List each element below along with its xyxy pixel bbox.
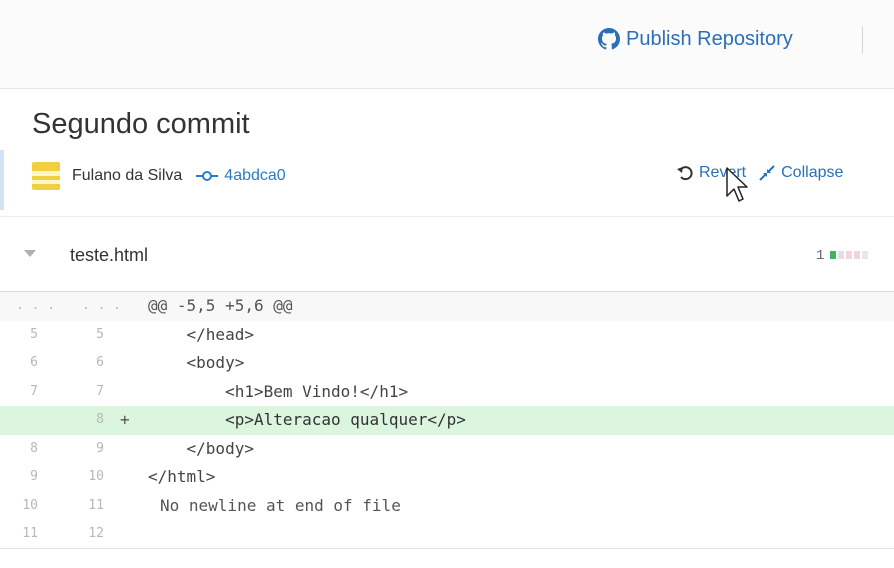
diffstat-square	[830, 251, 836, 259]
toolbar-divider	[862, 26, 863, 54]
new-line-number: 6	[96, 355, 104, 370]
old-line-number: 10	[22, 497, 38, 513]
diff-line: 5 5 </head>	[0, 321, 894, 350]
diff-code: <p>Alteracao qualquer</p>	[148, 410, 466, 429]
commit-icon	[196, 171, 219, 181]
file-header[interactable]: teste.html 1	[0, 217, 894, 292]
publish-repository-button[interactable]: Publish Repository	[598, 24, 793, 54]
revert-icon	[677, 166, 693, 181]
commit-author: Fulano da Silva	[72, 167, 183, 184]
diffstat-square	[862, 251, 868, 259]
caret-down-icon[interactable]	[24, 250, 36, 257]
old-line-number: 8	[30, 440, 38, 456]
diff-sign: +	[120, 410, 130, 429]
divider	[0, 548, 894, 549]
file-name: teste.html	[70, 245, 149, 265]
collapse-icon	[759, 165, 775, 181]
top-toolbar: Publish Repository	[0, 0, 894, 89]
old-line-number: 5	[30, 326, 38, 342]
file-change-count: 1	[816, 248, 825, 264]
new-line-number: 9	[96, 440, 104, 456]
diff-line-added: 8 + <p>Alteracao qualquer</p>	[0, 406, 894, 435]
diffstat-square	[838, 251, 844, 259]
mouse-cursor-icon	[726, 167, 748, 202]
old-line-number: 11	[22, 526, 38, 541]
diff-code: <h1>Bem Vindo!</h1>	[148, 381, 409, 401]
diff-code: </html>	[148, 467, 216, 486]
avatar	[32, 162, 60, 190]
new-line-number: 8	[96, 412, 104, 427]
commit-meta: Fulano da Silva 4abdca0	[32, 160, 286, 192]
collapse-label: Collapse	[781, 164, 844, 181]
diff-view: . . . . . . @@ -5,5 +5,6 @@ 55 </head> 6 6…	[0, 292, 894, 549]
commit-sha: 4abdca0	[224, 167, 286, 184]
commit-actions: Revert Collapse	[676, 164, 843, 182]
diff-line: 10 11 No newline at end of file	[0, 492, 894, 521]
collapse-button[interactable]: Collapse	[758, 164, 843, 182]
publish-label: Publish Repository	[626, 27, 793, 50]
diffstat-square	[854, 251, 860, 259]
diff-line: 6 6 <body>	[0, 349, 894, 378]
hunk-header: . . . . . . @@ -5,5 +5,6 @@	[0, 292, 894, 321]
diff-line: 7 7 <h1>Bem Vindo!</h1>	[0, 378, 894, 407]
selection-accent-bar	[0, 150, 4, 210]
new-line-number: 10	[88, 469, 104, 484]
commit-sha-link[interactable]: 4abdca0	[196, 167, 286, 185]
commit-title: Segundo commit	[32, 108, 250, 140]
diff-line: 8 9 </body>	[0, 435, 894, 464]
diff-code: </body>	[148, 438, 254, 458]
new-line-number: 5	[96, 326, 104, 342]
no-newline-notice: No newline at end of file	[160, 495, 401, 515]
old-line-number: 9	[30, 469, 38, 484]
old-line-number: 7	[30, 383, 38, 399]
hunk-header-text: @@ -5,5 +5,6 @@	[148, 296, 293, 315]
diff-line: 9 10 </html>	[0, 463, 894, 492]
new-line-number: 7	[96, 383, 104, 399]
diff-line: 11 12	[0, 520, 894, 549]
new-line-number: 12	[88, 526, 104, 541]
github-icon	[598, 28, 620, 50]
new-line-number: 11	[88, 497, 104, 513]
diff-code: </head>	[148, 324, 254, 344]
old-line-number: 6	[30, 355, 38, 370]
diff-code: <body>	[148, 353, 245, 372]
diffstat-square	[846, 251, 852, 259]
